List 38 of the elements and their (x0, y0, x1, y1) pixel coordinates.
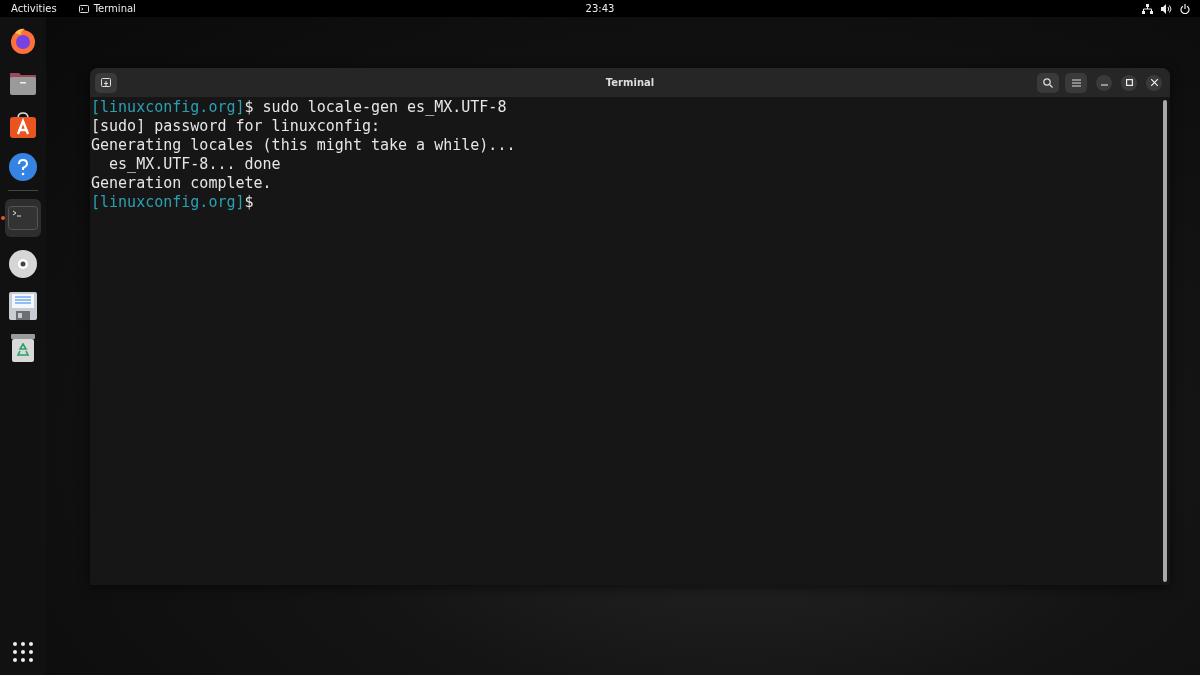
menu-button[interactable] (1065, 72, 1087, 93)
clock[interactable]: 23:43 (585, 3, 615, 14)
app-grid-icon[interactable] (13, 642, 33, 662)
command-text: $ (244, 193, 254, 211)
search-button[interactable] (1037, 72, 1059, 93)
shell-prompt: [linuxconfig.org] (91, 193, 245, 211)
floppy-icon[interactable] (9, 292, 37, 320)
maximize-button[interactable] (1121, 74, 1137, 91)
search-icon (1043, 77, 1053, 88)
power-icon[interactable] (1180, 3, 1190, 14)
volume-icon[interactable] (1161, 3, 1172, 14)
activities-button[interactable]: Activities (0, 3, 68, 14)
menu-icon (1071, 78, 1081, 87)
maximize-icon (1125, 79, 1133, 86)
trash-icon[interactable] (11, 334, 35, 362)
command-text: $ sudo locale-gen es_MX.UTF-8 (244, 98, 507, 116)
scrollbar[interactable] (1163, 100, 1167, 582)
new-tab-icon (101, 78, 111, 87)
app-menu[interactable]: Terminal (78, 3, 136, 14)
output-line: Generating locales (this might take a while)... (91, 136, 516, 154)
output-line: es_MX.UTF-8... done (108, 155, 281, 173)
browser-icon[interactable] (9, 27, 37, 55)
shopping-bag-icon[interactable] (9, 111, 37, 139)
minimize-button[interactable] (1096, 74, 1112, 91)
close-icon (1150, 79, 1158, 86)
new-tab-button[interactable] (95, 72, 117, 93)
output-line: Generation complete. (91, 174, 272, 192)
terminal-icon (78, 4, 89, 13)
close-button[interactable] (1146, 74, 1162, 91)
help-icon[interactable] (9, 153, 37, 181)
shell-prompt: [linuxconfig.org] (91, 98, 245, 116)
folder-icon[interactable] (9, 70, 37, 96)
terminal-icon[interactable] (8, 206, 38, 230)
disc-icon[interactable] (9, 250, 37, 278)
running-indicator (1, 216, 5, 220)
output-line: [sudo] password for linuxconfig: (91, 117, 380, 135)
network-icon[interactable] (1142, 3, 1153, 14)
window-title: Terminal (605, 77, 655, 88)
